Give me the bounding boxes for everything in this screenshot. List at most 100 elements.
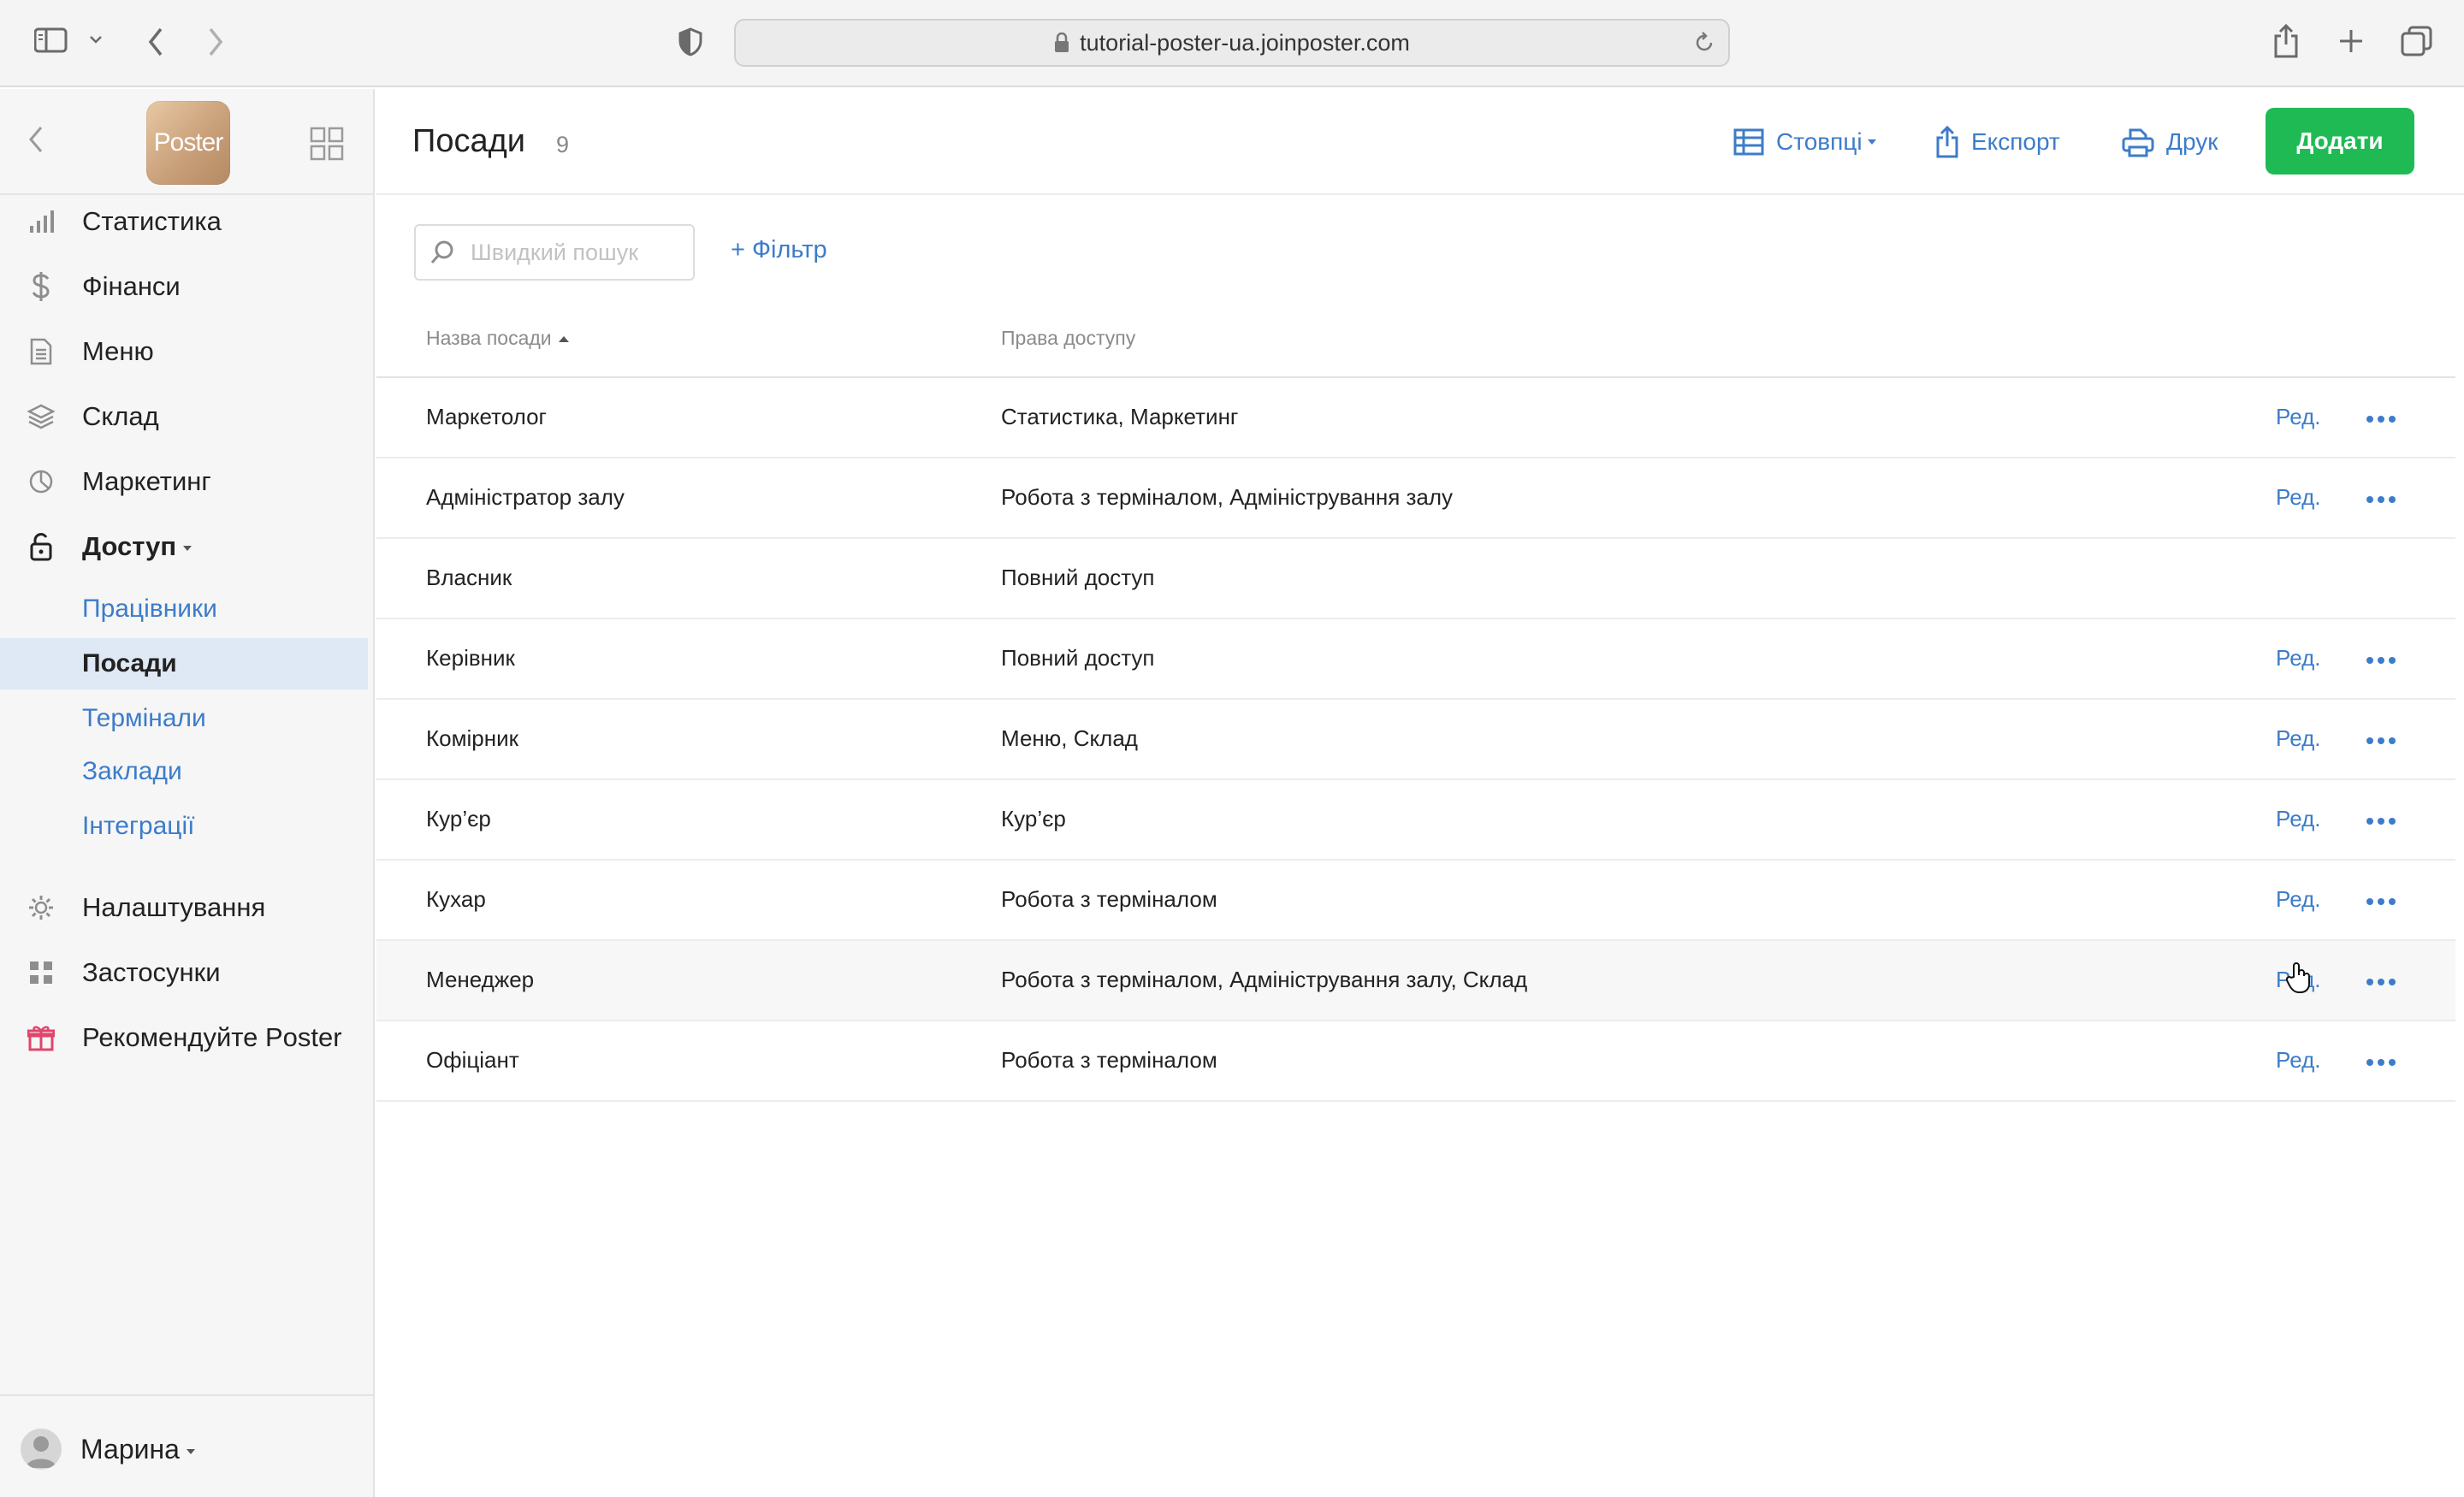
printer-icon [2122, 127, 2154, 157]
column-header-name[interactable]: Назва посади [426, 327, 569, 350]
more-options-icon[interactable] [2366, 898, 2396, 905]
sidebar: Poster Статистика Фінанси Меню Склад Мар… [0, 89, 375, 1497]
browser-toolbar: tutorial-poster-ua.joinposter.com [0, 0, 2464, 87]
table-row[interactable]: Власник Повний доступ [376, 539, 2455, 619]
edit-link[interactable]: Ред. [2276, 806, 2320, 832]
sidebar-item-apps[interactable]: Застосунки [0, 948, 373, 997]
sidebar-item-access[interactable]: Доступ [0, 522, 373, 571]
add-button[interactable]: Додати [2266, 108, 2414, 175]
table-row[interactable]: Адміністратор залу Робота з терміналом, А… [376, 459, 2455, 539]
add-filter-button[interactable]: + Фільтр [731, 236, 827, 264]
sidebar-item-statistics[interactable]: Статистика [0, 197, 373, 246]
sidebar-subitem-label: Заклади [82, 757, 182, 785]
more-options-icon[interactable] [2366, 818, 2396, 825]
sidebar-item-settings[interactable]: Налаштування [0, 883, 373, 932]
column-header-name-text: Назва посади [426, 327, 552, 349]
more-options-icon[interactable] [2366, 496, 2396, 503]
dot [2378, 737, 2384, 744]
tabs-overview-icon[interactable] [2401, 26, 2433, 56]
export-button[interactable]: Експорт [1935, 123, 2060, 161]
sidebar-item-marketing[interactable]: Маркетинг [0, 457, 373, 506]
chevron-down-icon[interactable] [89, 34, 103, 44]
column-header-rights[interactable]: Права доступу [1001, 327, 1135, 350]
table-row[interactable]: Кур’єр Кур’єр Ред. [376, 780, 2455, 861]
sidebar-subitem-positions[interactable]: Посади [0, 638, 368, 689]
forward-arrow-icon[interactable] [205, 26, 226, 58]
position-name: Керівник [426, 645, 515, 671]
collapse-sidebar-icon[interactable] [27, 125, 44, 158]
table-icon [1733, 128, 1764, 156]
apps-grid-icon [27, 959, 55, 986]
chevron-down-icon [1867, 139, 1876, 145]
sidebar-item-label: Застосунки [82, 957, 221, 987]
sidebar-toggle-icon[interactable] [34, 27, 68, 53]
url-text: tutorial-poster-ua.joinposter.com [1080, 29, 1410, 56]
access-rights: Статистика, Маркетинг [1001, 404, 1239, 429]
user-menu[interactable]: Марина [0, 1394, 373, 1497]
sidebar-subitem-establishments[interactable]: Заклади [0, 746, 368, 797]
new-tab-icon[interactable] [2337, 27, 2365, 55]
sidebar-item-recommend[interactable]: Рекомендуйте Poster [0, 1013, 373, 1062]
table-row[interactable]: Керівник Повний доступ Ред. [376, 619, 2455, 700]
dot [2378, 818, 2384, 825]
position-name: Власник [426, 565, 512, 590]
sidebar-subitem-label: Інтеграції [82, 812, 195, 840]
access-label-text: Доступ [82, 531, 177, 561]
more-options-icon[interactable] [2366, 657, 2396, 664]
position-name: Кухар [426, 886, 486, 912]
table-row[interactable]: Кухар Робота з терміналом Ред. [376, 861, 2455, 941]
poster-logo[interactable]: Poster [146, 101, 230, 185]
gift-icon [27, 1024, 55, 1051]
edit-link[interactable]: Ред. [2276, 645, 2320, 672]
page-header: Посади 9 Стовпці Експорт Друк Додати [376, 89, 2464, 195]
quick-search[interactable] [414, 224, 695, 281]
sidebar-subitem-employees[interactable]: Працівники [0, 583, 368, 635]
dot [2389, 898, 2396, 905]
more-options-icon[interactable] [2366, 1059, 2396, 1066]
position-name: Кур’єр [426, 806, 491, 831]
columns-button[interactable]: Стовпці [1733, 123, 1876, 161]
search-input[interactable] [471, 239, 642, 266]
dot [2389, 737, 2396, 744]
sidebar-subitem-integrations[interactable]: Інтеграції [0, 801, 368, 852]
access-rights: Кур’єр [1001, 806, 1066, 831]
search-icon [429, 240, 455, 265]
dot [2366, 496, 2373, 503]
edit-link[interactable]: Ред. [2276, 1047, 2320, 1074]
edit-link[interactable]: Ред. [2276, 404, 2320, 430]
dot [2366, 737, 2373, 744]
share-icon[interactable] [2272, 24, 2300, 58]
table-row[interactable]: Комірник Меню, Склад Ред. [376, 700, 2455, 780]
access-rights: Робота з терміналом [1001, 1047, 1217, 1073]
print-button[interactable]: Друк [2122, 123, 2218, 161]
access-rights: Робота з терміналом, Адміністрування зал… [1001, 967, 1528, 992]
apps-switch-icon[interactable] [310, 127, 344, 165]
more-options-icon[interactable] [2366, 979, 2396, 985]
access-rights: Робота з терміналом [1001, 886, 1217, 912]
page-title: Посади [412, 123, 525, 159]
edit-link[interactable]: Ред. [2276, 725, 2320, 752]
edit-link[interactable]: Ред. [2276, 484, 2320, 511]
dot [2378, 657, 2384, 664]
sidebar-item-menu[interactable]: Меню [0, 327, 373, 376]
address-bar[interactable]: tutorial-poster-ua.joinposter.com [734, 19, 1730, 67]
more-options-icon[interactable] [2366, 416, 2396, 423]
shield-icon[interactable] [678, 27, 703, 56]
reload-icon[interactable] [1692, 31, 1716, 55]
dot [2366, 416, 2373, 423]
sidebar-item-label: Рекомендуйте Poster [82, 1022, 342, 1052]
print-label: Друк [2166, 128, 2218, 155]
sidebar-subitem-terminals[interactable]: Термінали [0, 693, 368, 744]
back-arrow-icon[interactable] [145, 26, 166, 58]
more-options-icon[interactable] [2366, 737, 2396, 744]
avatar [21, 1429, 62, 1470]
dot [2366, 1059, 2373, 1066]
table-row[interactable]: Офіціант Робота з терміналом Ред. [376, 1021, 2455, 1102]
table-row[interactable]: Менеджер Робота з терміналом, Адмініструв… [376, 941, 2455, 1021]
edit-link[interactable]: Ред. [2276, 886, 2320, 913]
sort-ascending-icon [558, 336, 569, 343]
dot [2366, 898, 2373, 905]
sidebar-item-finance[interactable]: Фінанси [0, 262, 373, 311]
sidebar-item-warehouse[interactable]: Склад [0, 392, 373, 441]
table-row[interactable]: Маркетолог Статистика, Маркетинг Ред. [376, 378, 2455, 459]
